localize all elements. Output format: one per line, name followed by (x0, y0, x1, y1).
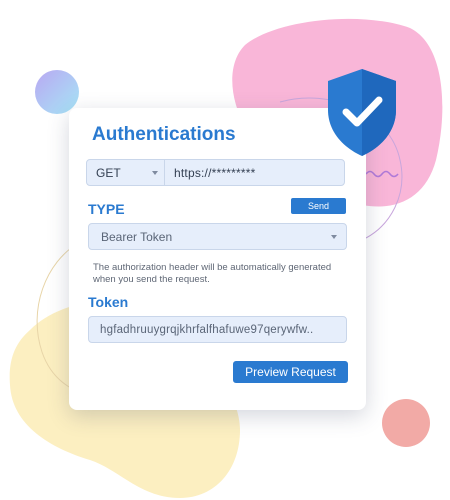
chevron-down-icon (152, 170, 158, 175)
method-value: GET (96, 165, 121, 180)
token-input[interactable]: hgfadhruuygrqjkhrfalfhafuwe97qerywfw.. (88, 316, 347, 343)
type-label: TYPE (88, 201, 125, 217)
help-text: The authorization header will be automat… (93, 262, 332, 285)
preview-request-button[interactable]: Preview Request (233, 361, 348, 383)
url-input[interactable]: https://********* (165, 160, 344, 185)
auth-type-select[interactable]: Bearer Token (88, 223, 347, 250)
request-row: GET https://********* (86, 159, 345, 186)
shield-check-icon (328, 69, 396, 156)
chevron-down-icon (331, 234, 337, 239)
card-title: Authentications (92, 124, 236, 145)
url-value: https://********* (174, 165, 256, 180)
token-value: hgfadhruuygrqjkhrfalfhafuwe97qerywfw.. (100, 323, 314, 336)
gradient-orb (35, 70, 79, 114)
method-select[interactable]: GET (87, 160, 165, 185)
salmon-circle (382, 399, 430, 447)
send-button[interactable]: Send (291, 198, 346, 214)
auth-type-value: Bearer Token (101, 229, 173, 244)
token-label: Token (88, 294, 129, 310)
